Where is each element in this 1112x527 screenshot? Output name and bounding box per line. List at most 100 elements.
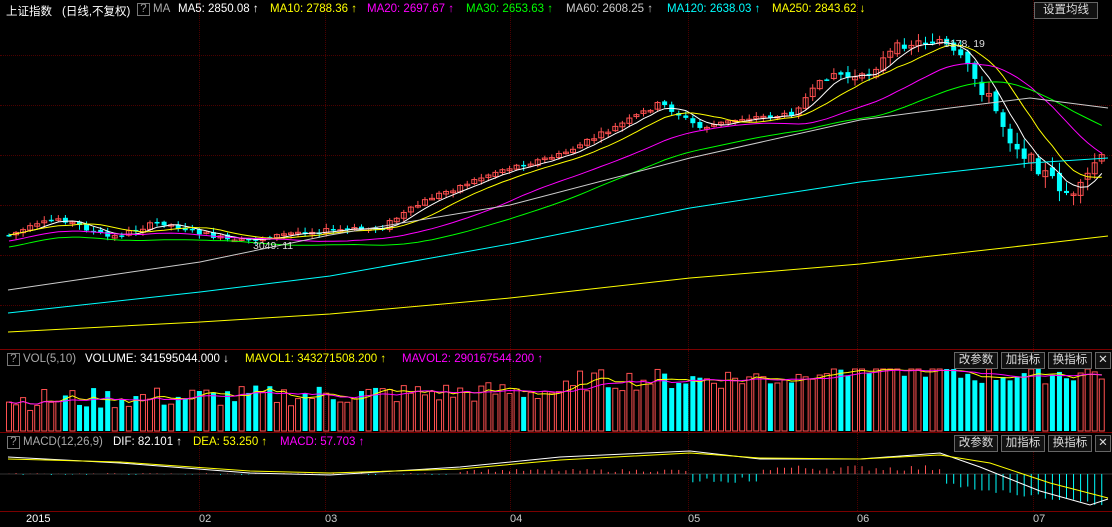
candle-body: [697, 122, 703, 128]
volume-bar: [908, 368, 915, 432]
indicator-name: MA: [153, 3, 171, 15]
volume-bar: [979, 382, 985, 431]
ma120-line: [7, 157, 1109, 314]
x-axis-month: 04: [510, 513, 523, 525]
candle-body: [1000, 112, 1006, 127]
volume-bar: [147, 398, 153, 432]
ma60-label: MA60: 2608.25 ↑: [566, 3, 653, 15]
volume-bar: [330, 399, 336, 431]
volume-bar: [288, 405, 294, 432]
volume-bar: [619, 390, 626, 432]
volume-bar: [1014, 377, 1020, 431]
volume-bar: [612, 387, 619, 432]
volume-bar: [429, 391, 435, 432]
volume-bar: [246, 392, 252, 431]
volume-bar: [457, 387, 464, 432]
volume-bar: [1021, 373, 1027, 431]
volume-bar: [182, 398, 188, 431]
x-axis-month: 05: [688, 513, 701, 525]
volume-bar: [880, 368, 887, 432]
x-axis-month: 03: [325, 513, 338, 525]
volume-bar: [936, 368, 943, 432]
volume-bar: [972, 380, 978, 431]
volume-bar: [436, 399, 443, 432]
candle-body: [662, 101, 668, 106]
ma10-label: MA10: 2788.36 ↑: [270, 3, 357, 15]
macd-add-indicator-button[interactable]: 加指标: [1001, 435, 1045, 452]
dea-line: [7, 452, 1109, 499]
vol-close-icon[interactable]: ✕: [1095, 352, 1111, 369]
volume-bar: [993, 379, 999, 431]
volume-bar: [379, 388, 386, 432]
candle-body: [979, 81, 985, 96]
volume-bar: [119, 399, 125, 431]
volume-bar: [711, 382, 717, 432]
ma-settings-button[interactable]: 设置均线: [1034, 2, 1098, 19]
volume-bar: [534, 398, 541, 432]
candle-body: [161, 221, 167, 226]
volume-bar: [1042, 383, 1049, 432]
candle-body: [993, 91, 999, 112]
candle-body: [683, 115, 689, 118]
macd-help-icon[interactable]: ?: [7, 436, 20, 449]
vol-modify-params-button[interactable]: 改参数: [954, 352, 998, 369]
vol-add-indicator-button[interactable]: 加指标: [1001, 352, 1045, 369]
volume-bar: [111, 407, 118, 432]
volume-bar: [105, 391, 111, 431]
price-pane[interactable]: 上证指数 (日线,不复权) ? MA MA5: 2850.08 ↑ MA10: …: [0, 0, 1112, 349]
volume-bar: [98, 407, 104, 431]
volume-bar: [894, 368, 901, 432]
ma30-label: MA30: 2653.63 ↑: [466, 3, 553, 15]
volume-bar: [1007, 380, 1013, 431]
volume-bar: [795, 373, 802, 432]
volume-bar: [1000, 377, 1006, 431]
volume-bar: [951, 369, 957, 431]
volume-bar: [6, 401, 12, 432]
volume-bar: [492, 393, 499, 432]
macd-switch-indicator-button[interactable]: 换指标: [1048, 435, 1092, 452]
candle-body: [48, 219, 54, 222]
candle-body: [930, 41, 936, 44]
candle-body: [824, 79, 830, 81]
volume-bar: [48, 401, 55, 432]
vol-switch-indicator-button[interactable]: 换指标: [1048, 352, 1092, 369]
volume-bar: [605, 387, 611, 431]
vol-name: VOL(5,10): [23, 353, 77, 365]
candle-body: [901, 44, 907, 49]
volume-bar: [1098, 378, 1105, 432]
help-icon[interactable]: ?: [137, 3, 150, 16]
volume-bar: [669, 388, 675, 431]
candle-body: [84, 224, 90, 231]
volume-pane[interactable]: ? VOL(5,10) VOLUME: 341595044.000 ↓ MAVO…: [0, 350, 1112, 432]
volume-bar: [541, 390, 548, 432]
volume-bar: [393, 401, 400, 432]
macd-pane[interactable]: ? MACD(12,26,9) DIF: 82.101 ↑ DEA: 53.25…: [0, 433, 1112, 511]
volume-bar: [225, 391, 231, 431]
macd-close-icon[interactable]: ✕: [1095, 435, 1111, 452]
volume-bar: [781, 379, 788, 432]
volume-bar: [838, 369, 844, 431]
volume-bar: [161, 404, 167, 431]
ma250-line: [7, 235, 1109, 333]
macd-name: MACD(12,26,9): [23, 436, 103, 448]
volume-bar: [802, 376, 809, 432]
candle-body: [521, 164, 527, 167]
volume-bar: [55, 400, 62, 432]
volume-bar: [273, 401, 280, 432]
volume-bar: [189, 389, 196, 432]
volume-bar: [640, 379, 647, 432]
macd-modify-params-button[interactable]: 改参数: [954, 435, 998, 452]
x-axis-month: 06: [857, 513, 870, 525]
x-axis-month: 02: [199, 513, 212, 525]
vol-help-icon[interactable]: ?: [7, 353, 20, 366]
volume-bar: [760, 376, 767, 432]
volume-bar: [91, 388, 97, 431]
x-axis-month: 07: [1033, 513, 1046, 525]
candle-body: [119, 235, 125, 237]
volume-bar: [690, 376, 696, 431]
volume-bar: [154, 387, 161, 432]
volume-bar: [464, 391, 471, 432]
dif-line: [7, 450, 1109, 506]
candlestick-chart[interactable]: [0, 0, 1112, 349]
volume-bar: [168, 403, 175, 432]
